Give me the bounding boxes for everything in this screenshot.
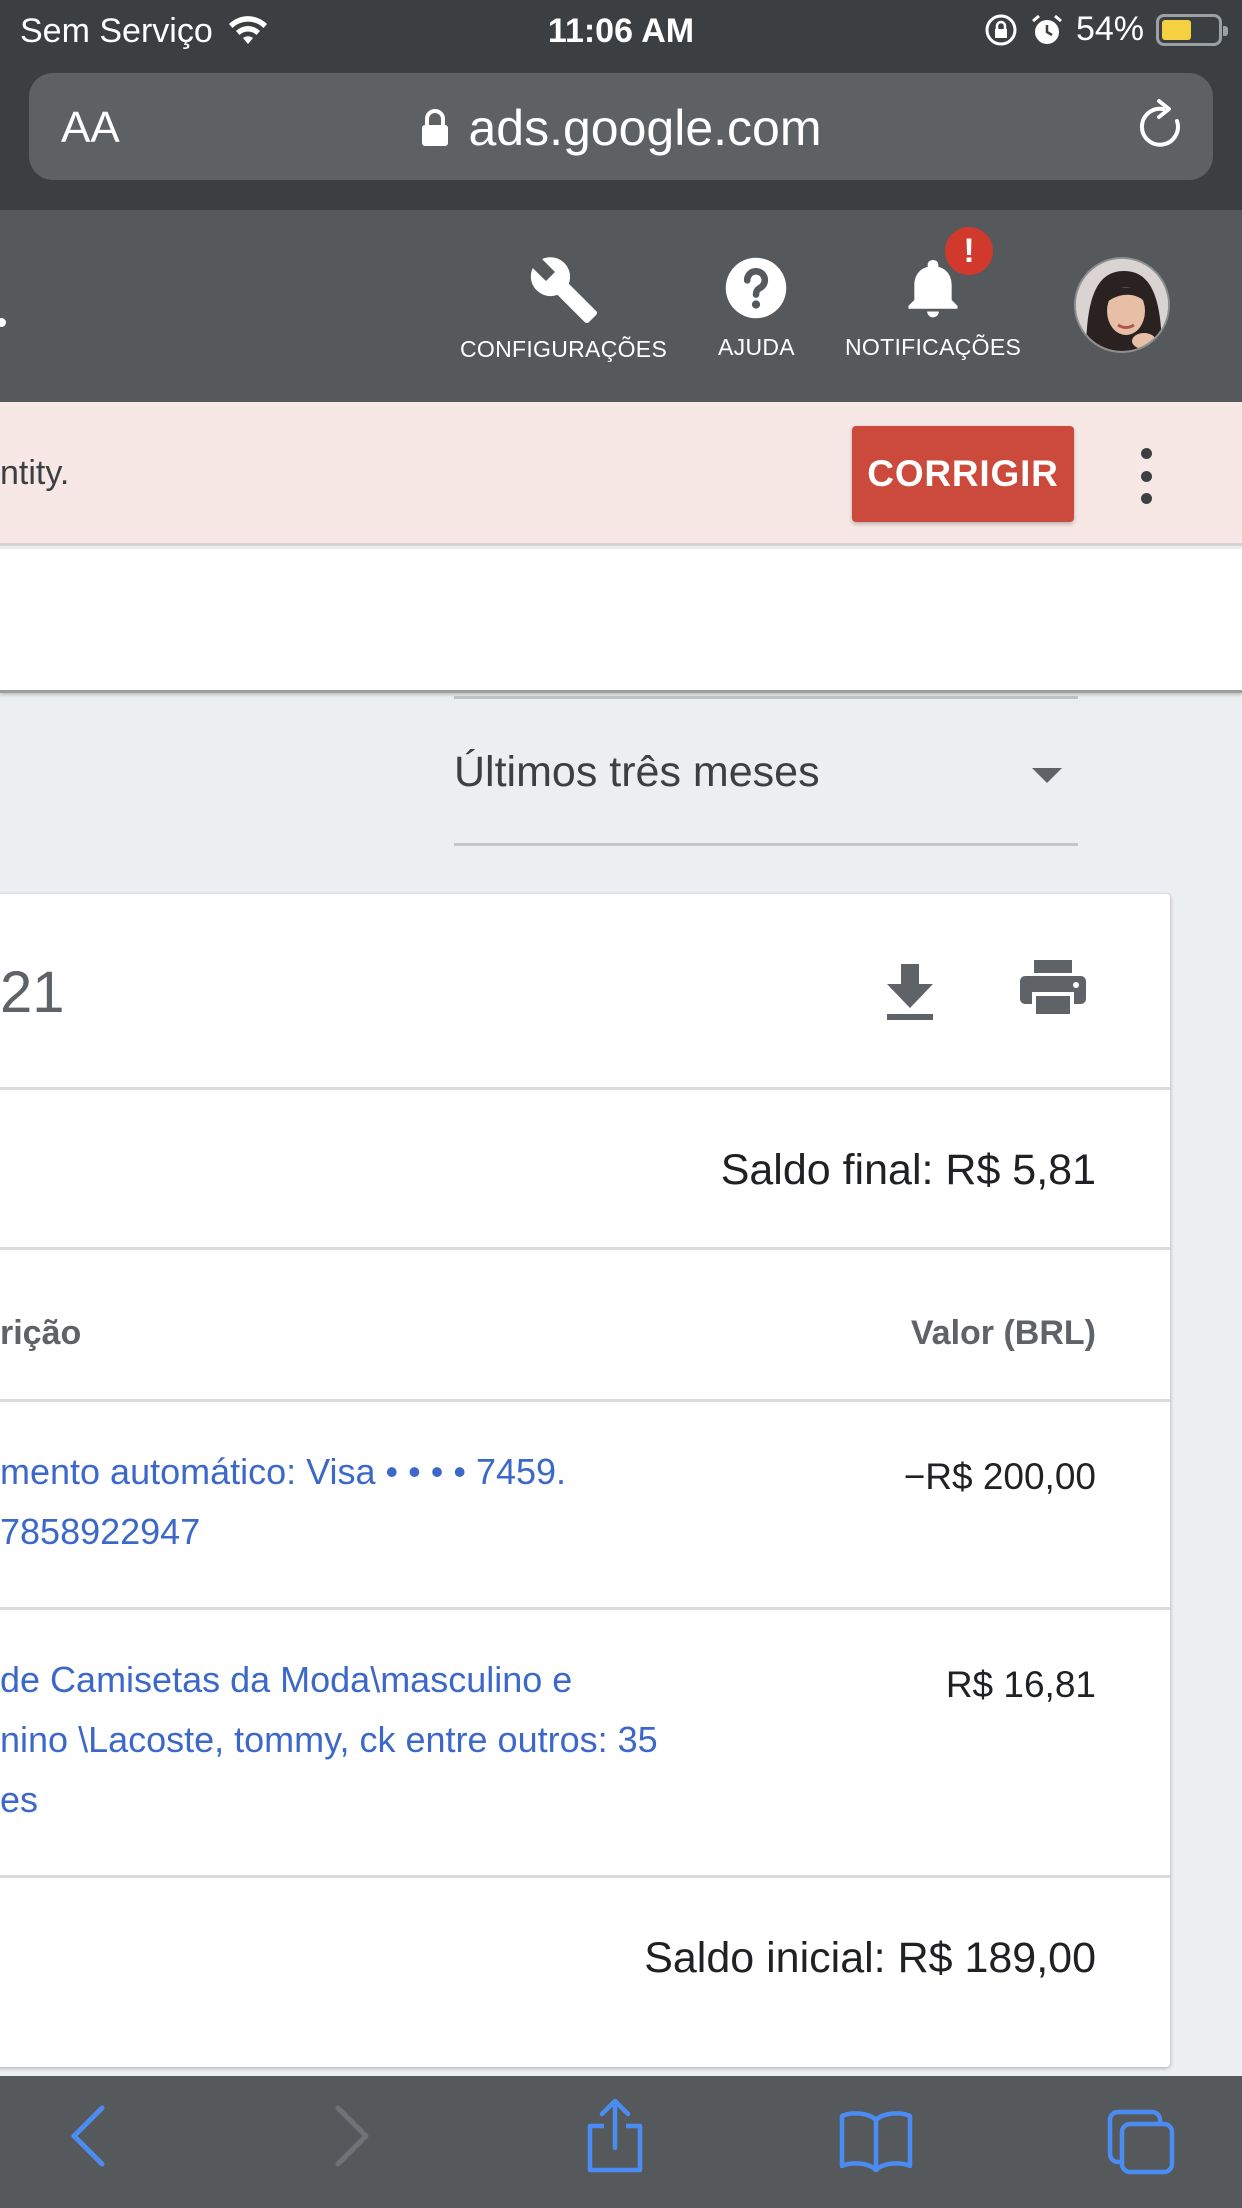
print-icon[interactable] — [1020, 960, 1086, 1018]
table-row: de Camisetas da Moda\masculino e nino \L… — [0, 1610, 1170, 1878]
notifications-label: NOTIFICAÇÕES — [845, 334, 1022, 360]
date-range-selected: Últimos três meses — [454, 748, 820, 796]
settings-label: CONFIGURAÇÕES — [460, 336, 668, 362]
date-range-dropdown[interactable]: Últimos três meses — [454, 696, 1078, 846]
settings-button[interactable]: CONFIGURAÇÕES — [460, 250, 667, 363]
forward-icon[interactable] — [330, 2104, 374, 2168]
status-bar: Sem Serviço 11:06 AM 54% — [0, 0, 1242, 60]
status-indicators: 54% — [984, 10, 1228, 49]
notifications-button[interactable]: NOTIFICAÇÕES — [845, 248, 1021, 361]
amount-column-header[interactable]: Valor (BRL) — [911, 1314, 1096, 1353]
domain-text: ads.google.com — [468, 100, 822, 156]
transaction-description-link[interactable]: mento automático: Visa • • • • 7459. 785… — [0, 1442, 760, 1562]
battery-percent: 54% — [1075, 10, 1144, 48]
description-column-header[interactable]: rição — [0, 1314, 81, 1353]
menu-fragment[interactable] — [0, 318, 6, 327]
notification-badge: ! — [945, 227, 993, 275]
browser-chrome: AA ads.google.com — [0, 60, 1242, 210]
help-label: AJUDA — [718, 334, 795, 360]
toolbar-strip — [0, 549, 1242, 693]
browser-toolbar — [0, 2076, 1242, 2208]
transaction-amount: −R$ 200,00 — [903, 1456, 1096, 1497]
battery-icon — [1156, 13, 1228, 46]
back-icon[interactable] — [66, 2104, 110, 2168]
statement-title: 21 — [0, 960, 65, 1025]
fix-button[interactable]: CORRIGIR — [852, 426, 1074, 522]
help-icon — [726, 257, 787, 319]
transaction-amount: R$ 16,81 — [945, 1664, 1096, 1705]
alert-message: ntity. — [0, 454, 70, 492]
table-header-row: rição Valor (BRL) — [0, 1250, 1170, 1402]
final-balance-row: Saldo final: R$ 5,81 — [0, 1090, 1170, 1250]
app-header: CONFIGURAÇÕES AJUDA NOTIFICAÇÕES ! — [0, 210, 1242, 402]
avatar[interactable] — [1074, 257, 1170, 353]
address-bar[interactable]: AA ads.google.com — [29, 73, 1213, 180]
help-button[interactable]: AJUDA — [718, 248, 795, 361]
statement-card: 21 Saldo final: R$ 5,81 rição Valor (BRL… — [0, 894, 1170, 2067]
caret-down-icon — [1032, 768, 1062, 783]
final-balance: Saldo final: R$ 5,81 — [720, 1146, 1096, 1194]
lock-icon — [422, 109, 449, 146]
battery-level — [1162, 19, 1192, 40]
table-row: mento automático: Visa • • • • 7459. 785… — [0, 1402, 1170, 1610]
profile-photo — [1076, 259, 1168, 351]
statement-title-row: 21 — [0, 894, 1170, 1090]
alarm-icon — [1031, 14, 1062, 44]
identity-alert-banner: ntity. CORRIGIR — [0, 402, 1242, 546]
download-icon[interactable] — [883, 962, 937, 1022]
initial-balance: Saldo inicial: R$ 189,00 — [644, 1934, 1096, 1982]
bookmarks-icon[interactable] — [838, 2108, 914, 2172]
transaction-description-link[interactable]: de Camisetas da Moda\masculino e nino \L… — [0, 1650, 760, 1830]
url-display[interactable]: ads.google.com — [29, 99, 1213, 157]
wrench-icon — [530, 257, 597, 323]
rotation-lock-icon — [985, 14, 1017, 45]
reload-icon[interactable] — [1133, 97, 1189, 155]
more-options-icon[interactable] — [1130, 448, 1162, 504]
share-icon[interactable] — [584, 2098, 646, 2174]
initial-balance-row: Saldo inicial: R$ 189,00 — [0, 1878, 1170, 2067]
tabs-icon[interactable] — [1106, 2108, 1176, 2176]
